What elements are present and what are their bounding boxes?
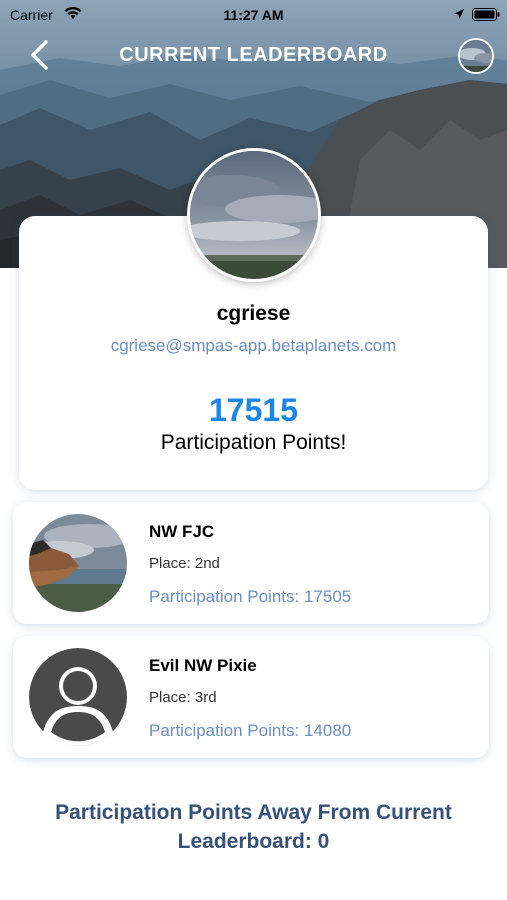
profile-email[interactable]: cgriese@smpas-app.betaplanets.com xyxy=(19,336,488,356)
leaderboard-entry-name: Evil NW Pixie xyxy=(149,656,257,675)
cliff-landscape-avatar-image xyxy=(29,514,127,612)
leaderboard-entry-points: Participation Points: 14080 xyxy=(149,721,352,740)
battery-icon xyxy=(472,8,500,24)
status-bar: Carrier 11:27 AM xyxy=(0,0,507,30)
leaderboard-entry-place: Place: 2nd xyxy=(149,555,220,572)
status-time: 11:27 AM xyxy=(223,7,284,23)
leaderboard-entry-avatar xyxy=(29,648,127,746)
page-title: CURRENT LEADERBOARD xyxy=(119,44,388,66)
nav-profile-avatar[interactable] xyxy=(458,38,494,74)
points-away-summary: Participation Points Away From Current L… xyxy=(55,801,452,853)
leaderboard-entry-avatar xyxy=(29,514,127,612)
default-user-icon xyxy=(29,648,127,746)
chevron-left-icon xyxy=(31,40,48,70)
leaderboard-entry-name: NW FJC xyxy=(149,522,215,541)
profile-points-value: 17515 xyxy=(209,392,298,428)
profile-username: cgriese xyxy=(216,302,291,325)
storm-clouds-avatar-image xyxy=(190,151,318,279)
profile-points-label: Participation Points! xyxy=(160,431,347,454)
leaderboard-entry-place: Place: 3rd xyxy=(149,689,217,706)
leaderboard-entry[interactable]: NW FJC Place: 2nd Participation Points: … xyxy=(13,502,489,624)
back-button[interactable] xyxy=(26,38,56,74)
location-arrow-icon xyxy=(453,7,465,23)
profile-avatar xyxy=(187,148,321,282)
leaderboard-entry[interactable]: Evil NW Pixie Place: 3rd Participation P… xyxy=(13,636,489,758)
leaderboard-entry-points: Participation Points: 17505 xyxy=(149,587,352,606)
